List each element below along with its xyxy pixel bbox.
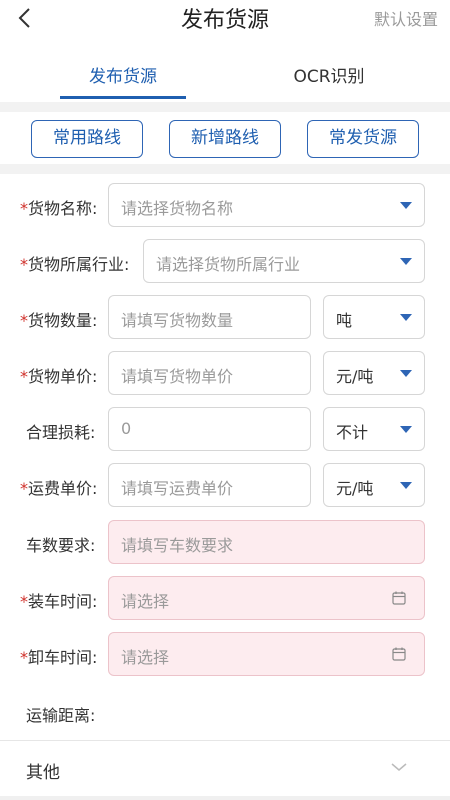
header: 发布货源 默认设置: [0, 0, 450, 36]
trucks-input[interactable]: 请填写车数要求: [108, 520, 425, 564]
tab-ocr[interactable]: OCR识别: [266, 62, 392, 87]
loss-label: 合理损耗:: [26, 423, 96, 442]
section-divider: [0, 102, 450, 112]
other-section-label[interactable]: 其他: [26, 758, 60, 783]
unit-price-label: *货物单价:: [20, 367, 98, 386]
loss-input[interactable]: 0: [108, 407, 311, 451]
unit-price-unit-select[interactable]: 元/吨: [323, 351, 425, 395]
active-tab-indicator: [60, 96, 186, 99]
freight-label: *运费单价:: [20, 479, 98, 498]
quantity-input[interactable]: 请填写货物数量: [108, 295, 311, 339]
dropdown-caret-icon: [400, 482, 412, 489]
dropdown-caret-icon: [400, 314, 412, 321]
add-route-button[interactable]: 新增路线: [169, 120, 281, 158]
distance-label: 运输距离:: [26, 706, 96, 725]
industry-select[interactable]: 请选择货物所属行业: [143, 239, 425, 283]
cargo-name-row: *货物名称: 请选择货物名称: [0, 183, 450, 229]
cargo-name-label: *货物名称:: [20, 199, 98, 218]
section-divider: [0, 164, 450, 174]
chevron-down-icon[interactable]: [390, 760, 408, 774]
quantity-row: *货物数量: 请填写货物数量 吨: [0, 295, 450, 341]
default-settings-button[interactable]: 默认设置: [374, 6, 438, 30]
bottom-bar: [0, 796, 450, 800]
dropdown-caret-icon: [400, 426, 412, 433]
calendar-icon: [392, 647, 406, 661]
unit-price-row: *货物单价: 请填写货物单价 元/吨: [0, 351, 450, 397]
dropdown-caret-icon: [400, 370, 412, 377]
freight-input[interactable]: 请填写运费单价: [108, 463, 311, 507]
industry-row: *货物所属行业: 请选择货物所属行业: [0, 239, 450, 285]
quick-actions: 常用路线 新增路线 常发货源: [0, 112, 450, 164]
common-route-button[interactable]: 常用路线: [31, 120, 143, 158]
load-time-label: *装车时间:: [20, 592, 98, 611]
quantity-label: *货物数量:: [20, 311, 98, 330]
load-time-row: *装车时间: 请选择: [0, 576, 450, 622]
tab-bar: 发布货源 OCR识别: [0, 46, 450, 102]
load-time-picker[interactable]: 请选择: [108, 576, 425, 620]
unload-time-label: *卸车时间:: [20, 648, 98, 667]
dropdown-caret-icon: [400, 202, 412, 209]
cargo-name-select[interactable]: 请选择货物名称: [108, 183, 425, 227]
dropdown-caret-icon: [400, 258, 412, 265]
tab-publish[interactable]: 发布货源: [60, 62, 186, 87]
unload-time-row: *卸车时间: 请选择: [0, 632, 450, 678]
loss-row: 合理损耗: 0 不计: [0, 407, 450, 453]
freight-row: *运费单价: 请填写运费单价 元/吨: [0, 463, 450, 509]
quantity-unit-select[interactable]: 吨: [323, 295, 425, 339]
unload-time-picker[interactable]: 请选择: [108, 632, 425, 676]
freight-unit-select[interactable]: 元/吨: [323, 463, 425, 507]
unit-price-input[interactable]: 请填写货物单价: [108, 351, 311, 395]
frequent-cargo-button[interactable]: 常发货源: [307, 120, 419, 158]
trucks-row: 车数要求: 请填写车数要求: [0, 520, 450, 566]
trucks-label: 车数要求:: [26, 536, 96, 555]
divider: [0, 740, 450, 741]
calendar-icon: [392, 591, 406, 605]
industry-label: *货物所属行业:: [20, 255, 130, 274]
loss-unit-select[interactable]: 不计: [323, 407, 425, 451]
